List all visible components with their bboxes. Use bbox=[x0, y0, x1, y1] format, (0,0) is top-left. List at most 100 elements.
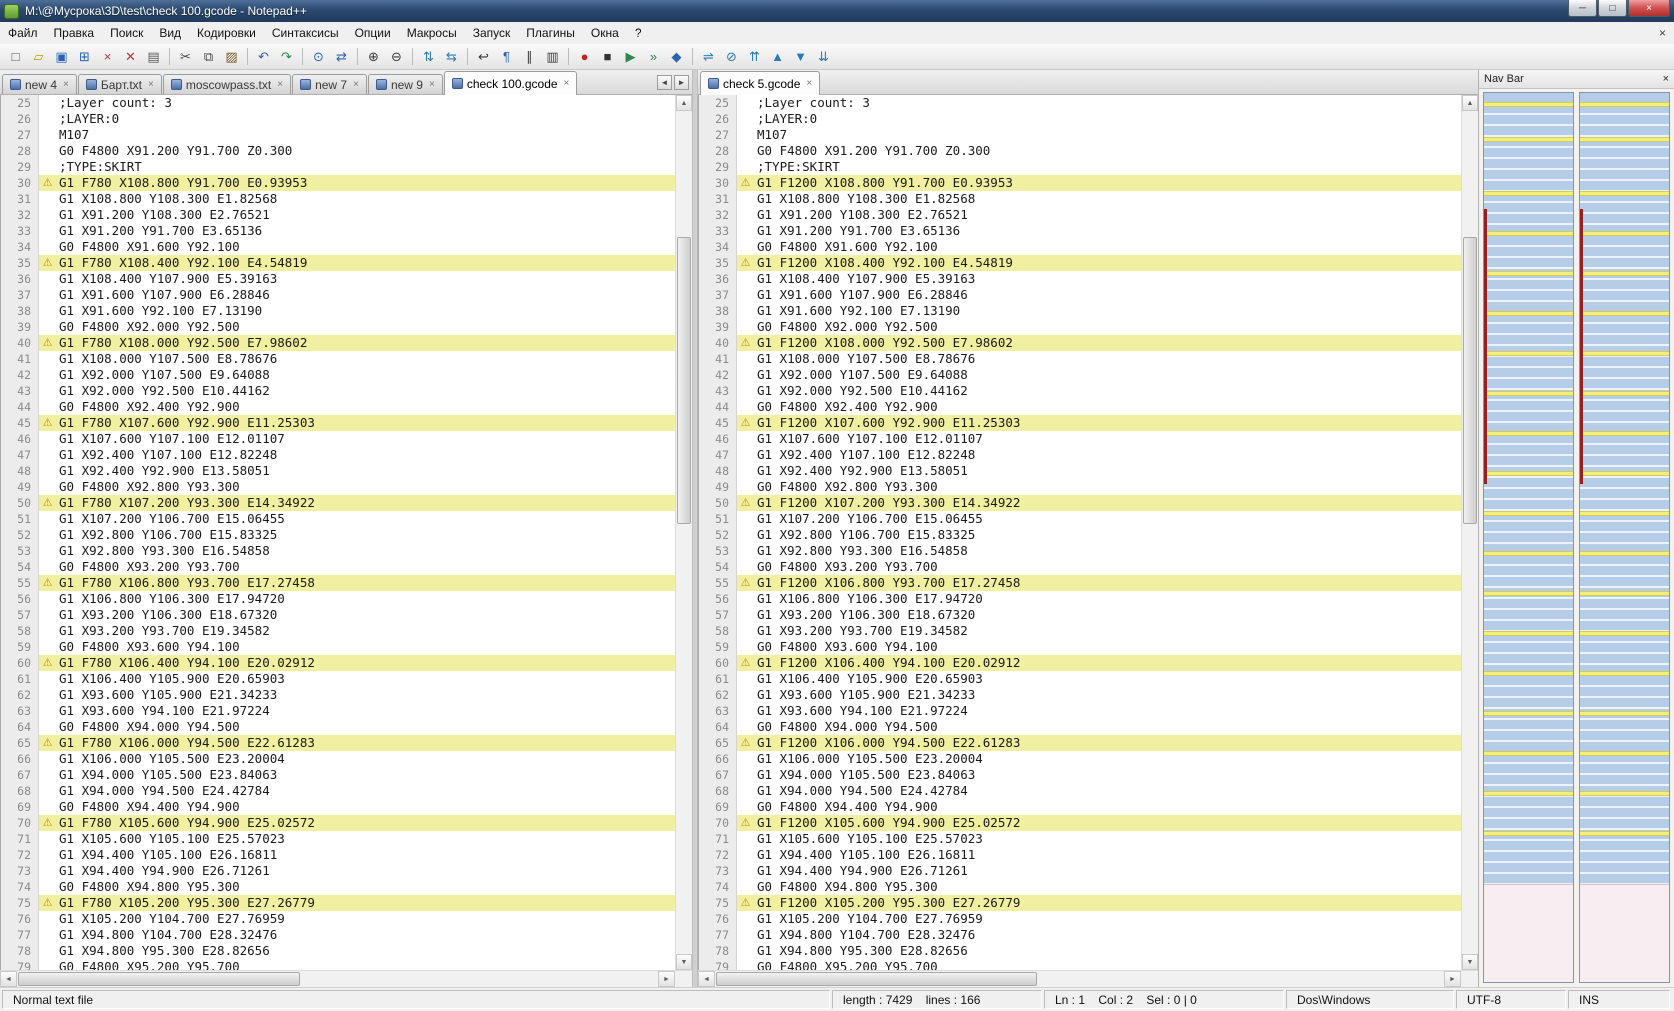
code-line[interactable]: 70⚠G1 F780 X105.600 Y94.900 E25.02572 bbox=[1, 815, 675, 831]
code-line[interactable]: 61G1 X106.400 Y105.900 E20.65903 bbox=[699, 671, 1461, 687]
vertical-scrollbar[interactable]: ▲ ▼ bbox=[1461, 95, 1478, 970]
save-macro-icon[interactable]: ◆ bbox=[666, 46, 687, 67]
code-line[interactable]: 67G1 X94.000 Y105.500 E23.84063 bbox=[1, 767, 675, 783]
code-line[interactable]: 47G1 X92.400 Y107.100 E12.82248 bbox=[699, 447, 1461, 463]
code-line[interactable]: 38G1 X91.600 Y92.100 E7.13190 bbox=[1, 303, 675, 319]
code-line[interactable]: 42G1 X92.000 Y107.500 E9.64088 bbox=[1, 367, 675, 383]
tab-close-icon[interactable]: × bbox=[806, 78, 812, 89]
sync-scroll-vertical-icon[interactable]: ⇅ bbox=[418, 46, 439, 67]
code-line[interactable]: 26;LAYER:0 bbox=[699, 111, 1461, 127]
menu-item-search[interactable]: Поиск bbox=[102, 23, 151, 43]
code-line[interactable]: 40⚠G1 F1200 X108.000 Y92.500 E7.98602 bbox=[699, 335, 1461, 351]
code-line[interactable]: 70⚠G1 F1200 X105.600 Y94.900 E25.02572 bbox=[699, 815, 1461, 831]
code-line[interactable]: 69G0 F4800 X94.400 Y94.900 bbox=[1, 799, 675, 815]
code-line[interactable]: 44G0 F4800 X92.400 Y92.900 bbox=[1, 399, 675, 415]
zoom-in-icon[interactable]: ⊕ bbox=[363, 46, 384, 67]
code-line[interactable]: 48G1 X92.400 Y92.900 E13.58051 bbox=[1, 463, 675, 479]
tab-check-100[interactable]: check 100.gcode× bbox=[444, 71, 578, 95]
menu-item-file[interactable]: Файл bbox=[0, 23, 46, 43]
sync-scroll-horizontal-icon[interactable]: ⇆ bbox=[441, 46, 462, 67]
code-line[interactable]: 60⚠G1 F1200 X106.400 Y94.100 E20.02912 bbox=[699, 655, 1461, 671]
code-line[interactable]: 34G0 F4800 X91.600 Y92.100 bbox=[1, 239, 675, 255]
code-line[interactable]: 44G0 F4800 X92.400 Y92.900 bbox=[699, 399, 1461, 415]
tab-new-7[interactable]: new 7× bbox=[292, 74, 367, 94]
code-line[interactable]: 33G1 X91.200 Y91.700 E3.65136 bbox=[1, 223, 675, 239]
code-line[interactable]: 31G1 X108.800 Y108.300 E1.82568 bbox=[1, 191, 675, 207]
menubar-close-icon[interactable]: × bbox=[1659, 26, 1666, 40]
code-line[interactable]: 73G1 X94.400 Y94.900 E26.71261 bbox=[1, 863, 675, 879]
code-line[interactable]: 38G1 X91.600 Y92.100 E7.13190 bbox=[699, 303, 1461, 319]
editor-left[interactable]: 25;Layer count: 326;LAYER:027M10728G0 F4… bbox=[0, 95, 692, 970]
scrollbar-track[interactable] bbox=[17, 971, 658, 987]
close-button[interactable]: × bbox=[1628, 0, 1670, 17]
code-line[interactable]: 37G1 X91.600 Y107.900 E6.28846 bbox=[699, 287, 1461, 303]
record-macro-icon[interactable]: ● bbox=[574, 46, 595, 67]
code-line[interactable]: 41G1 X108.000 Y107.500 E8.78676 bbox=[1, 351, 675, 367]
code-line[interactable]: 43G1 X92.000 Y92.500 E10.44162 bbox=[1, 383, 675, 399]
code-line[interactable]: 31G1 X108.800 Y108.300 E1.82568 bbox=[699, 191, 1461, 207]
tab-check-5[interactable]: check 5.gcode× bbox=[700, 71, 820, 95]
menu-item-language[interactable]: Синтаксисы bbox=[264, 23, 347, 43]
cut-icon[interactable]: ✂ bbox=[175, 46, 196, 67]
code-line[interactable]: 68G1 X94.000 Y94.500 E24.42784 bbox=[1, 783, 675, 799]
code-line[interactable]: 56G1 X106.800 Y106.300 E17.94720 bbox=[1, 591, 675, 607]
tab-close-icon[interactable]: × bbox=[277, 79, 283, 90]
code-line[interactable]: 49G0 F4800 X92.800 Y93.300 bbox=[699, 479, 1461, 495]
tab-close-icon[interactable]: × bbox=[63, 79, 69, 90]
code-line[interactable]: 78G1 X94.800 Y95.300 E28.82656 bbox=[1, 943, 675, 959]
save-icon[interactable]: ▣ bbox=[51, 46, 72, 67]
next-diff-icon[interactable]: ▼ bbox=[790, 46, 811, 67]
code-line[interactable]: 67G1 X94.000 Y105.500 E23.84063 bbox=[699, 767, 1461, 783]
code-line[interactable]: 73G1 X94.400 Y94.900 E26.71261 bbox=[699, 863, 1461, 879]
code-line[interactable]: 59G0 F4800 X93.600 Y94.100 bbox=[699, 639, 1461, 655]
scroll-up-icon[interactable]: ▲ bbox=[676, 95, 692, 111]
code-line[interactable]: 77G1 X94.800 Y104.700 E28.32476 bbox=[1, 927, 675, 943]
scrollbar-thumb[interactable] bbox=[18, 972, 300, 986]
menu-item-settings[interactable]: Опции bbox=[347, 23, 399, 43]
code-line[interactable]: 71G1 X105.600 Y105.100 E25.57023 bbox=[1, 831, 675, 847]
print-icon[interactable]: ▤ bbox=[143, 46, 164, 67]
tab-bart[interactable]: Барт.txt× bbox=[78, 74, 162, 94]
code-line[interactable]: 29;TYPE:SKIRT bbox=[1, 159, 675, 175]
scroll-left-icon[interactable]: ◄ bbox=[698, 971, 715, 987]
code-line[interactable]: 55⚠G1 F780 X106.800 Y93.700 E17.27458 bbox=[1, 575, 675, 591]
menu-item-edit[interactable]: Правка bbox=[46, 23, 103, 43]
code-line[interactable]: 75⚠G1 F780 X105.200 Y95.300 E27.26779 bbox=[1, 895, 675, 911]
code-line[interactable]: 25;Layer count: 3 bbox=[699, 95, 1461, 111]
code-line[interactable]: 60⚠G1 F780 X106.400 Y94.100 E20.02912 bbox=[1, 655, 675, 671]
menu-item-run[interactable]: Запуск bbox=[465, 23, 519, 43]
horizontal-scrollbar[interactable]: ◄ ► bbox=[0, 970, 692, 987]
tab-scroll-right-icon[interactable]: ► bbox=[674, 75, 689, 90]
scroll-up-icon[interactable]: ▲ bbox=[1462, 95, 1478, 111]
paste-icon[interactable]: ▨ bbox=[221, 46, 242, 67]
code-line[interactable]: 36G1 X108.400 Y107.900 E5.39163 bbox=[699, 271, 1461, 287]
prev-diff-icon[interactable]: ▲ bbox=[767, 46, 788, 67]
code-line[interactable]: 63G1 X93.600 Y94.100 E21.97224 bbox=[699, 703, 1461, 719]
code-line[interactable]: 54G0 F4800 X93.200 Y93.700 bbox=[1, 559, 675, 575]
editor-right[interactable]: 25;Layer count: 326;LAYER:027M10728G0 F4… bbox=[698, 95, 1478, 970]
code-line[interactable]: 53G1 X92.800 Y93.300 E16.54858 bbox=[699, 543, 1461, 559]
navbar-close-icon[interactable]: × bbox=[1663, 73, 1669, 85]
menu-item-view[interactable]: Вид bbox=[151, 23, 189, 43]
scroll-right-icon[interactable]: ► bbox=[658, 971, 675, 987]
compare-icon[interactable]: ⇌ bbox=[698, 46, 719, 67]
nav-strip-right[interactable] bbox=[1579, 92, 1670, 983]
menu-item-window[interactable]: Окна bbox=[583, 23, 627, 43]
code-line[interactable]: 45⚠G1 F1200 X107.600 Y92.900 E11.25303 bbox=[699, 415, 1461, 431]
code-line[interactable]: 65⚠G1 F1200 X106.000 Y94.500 E22.61283 bbox=[699, 735, 1461, 751]
code-line[interactable]: 29;TYPE:SKIRT bbox=[699, 159, 1461, 175]
new-file-icon[interactable]: □ bbox=[5, 46, 26, 67]
horizontal-scrollbar[interactable]: ◄ ► bbox=[698, 970, 1478, 987]
scrollbar-thumb[interactable] bbox=[1463, 237, 1477, 524]
run-macro-multiple-icon[interactable]: » bbox=[643, 46, 664, 67]
code-line[interactable]: 57G1 X93.200 Y106.300 E18.67320 bbox=[699, 607, 1461, 623]
scrollbar-thumb[interactable] bbox=[716, 972, 1037, 986]
code-line[interactable]: 35⚠G1 F780 X108.400 Y92.100 E4.54819 bbox=[1, 255, 675, 271]
clear-compare-icon[interactable]: ⊘ bbox=[721, 46, 742, 67]
code-line[interactable]: 39G0 F4800 X92.000 Y92.500 bbox=[1, 319, 675, 335]
scroll-left-icon[interactable]: ◄ bbox=[0, 971, 17, 987]
vertical-scrollbar[interactable]: ▲ ▼ bbox=[675, 95, 692, 970]
code-line[interactable]: 74G0 F4800 X94.800 Y95.300 bbox=[1, 879, 675, 895]
code-line[interactable]: 65⚠G1 F780 X106.000 Y94.500 E22.61283 bbox=[1, 735, 675, 751]
maximize-button[interactable]: □ bbox=[1598, 0, 1627, 17]
